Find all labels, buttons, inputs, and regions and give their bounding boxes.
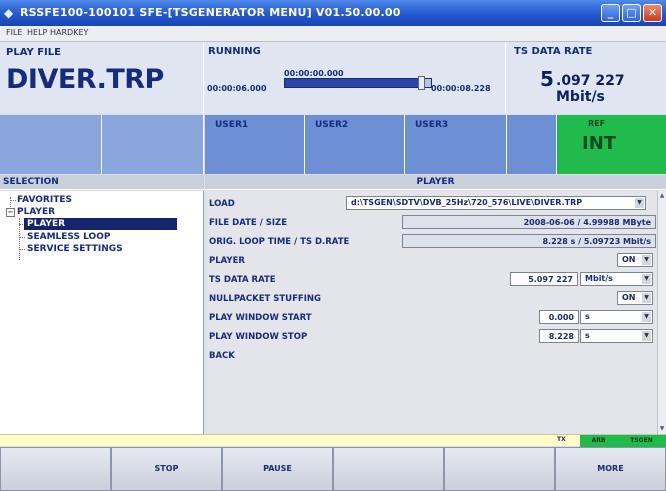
selection-header: SELECTION [0, 175, 204, 190]
panel-scrollbar[interactable]: ▲ ▼ [657, 191, 666, 434]
orig-loop-time-value: 8.228 s / 5.09723 Mbit/s [402, 234, 656, 248]
nullpacket-select[interactable]: ON ▼ [617, 291, 653, 305]
title-bar: ◆ RSSFE100-100101 SFE-[TSGENERATOR MENU]… [0, 0, 666, 26]
tree-item-player[interactable]: PLAYER [24, 218, 177, 230]
player-header: PLAYER [205, 175, 666, 190]
user3-label: USER3 [415, 120, 449, 130]
dropdown-arrow-icon: ▼ [642, 293, 651, 303]
user1-key[interactable]: USER1 [205, 115, 305, 174]
softkey-1[interactable] [0, 447, 111, 491]
tsgen-indicator: TSGEN [617, 435, 666, 447]
dropdown-arrow-icon: ▼ [635, 198, 644, 208]
user1-label: USER1 [215, 120, 249, 130]
menu-file[interactable]: FILE [6, 28, 22, 37]
player-settings-panel: LOAD d:\TSGEN\SDTV\DVB_25Hz\720_576\LIVE… [205, 191, 666, 434]
load-file-select[interactable]: d:\TSGEN\SDTV\DVB_25Hz\720_576\LIVE\DIVE… [346, 196, 646, 210]
file-date-size-label: FILE DATE / SIZE [209, 218, 288, 228]
user2-label: USER2 [315, 120, 349, 130]
time-end: 00:00:08.228 [431, 84, 491, 93]
ref-value: INT [582, 133, 617, 154]
play-window-stop-unit: s [585, 331, 590, 340]
close-button[interactable]: ✕ [643, 4, 662, 22]
user-empty-3[interactable] [507, 115, 557, 174]
play-file-panel: PLAY FILE DIVER.TRP [0, 42, 204, 114]
scroll-up-icon[interactable]: ▲ [658, 191, 666, 201]
tree-connector [19, 237, 25, 238]
play-window-start-unit-select[interactable]: s ▼ [580, 310, 653, 324]
ts-rate-label: TS DATA RATE [514, 46, 593, 57]
ts-rate-fraction: .097 227 Mbit/s [556, 73, 625, 105]
pause-button[interactable]: PAUSE [222, 447, 333, 491]
play-window-stop-label: PLAY WINDOW STOP [209, 332, 308, 342]
dropdown-arrow-icon: ▼ [642, 255, 651, 265]
running-panel: RUNNING 00:00:06.000 00:00:00.000 00:00:… [204, 42, 506, 114]
ts-data-rate-unit-select[interactable]: Mbit/s ▼ [580, 272, 653, 286]
ts-data-rate-input[interactable]: 5.097 227 [510, 272, 578, 286]
menu-hardkey[interactable]: HARDKEY [50, 28, 88, 37]
nullpacket-label: NULLPACKET STUFFING [209, 294, 321, 304]
scroll-down-icon[interactable]: ▼ [658, 424, 666, 434]
tree-item-service-settings[interactable]: SERVICE SETTINGS [27, 244, 123, 254]
player-title: PLAYER [416, 177, 455, 187]
ts-data-rate-label: TS DATA RATE [209, 275, 276, 285]
minimize-button[interactable]: _ [601, 4, 620, 22]
load-label: LOAD [209, 199, 235, 209]
menu-help[interactable]: HELP [27, 28, 47, 37]
ref-label: REF [588, 119, 606, 128]
tree-item-favorites[interactable]: FAVORITES [17, 195, 72, 205]
user3-key[interactable]: USER3 [405, 115, 507, 174]
playback-progress-bar [284, 76, 432, 90]
ts-data-rate-unit: Mbit/s [585, 274, 613, 283]
tree-connector [19, 249, 25, 250]
dropdown-arrow-icon: ▼ [642, 331, 651, 341]
time-position: 00:00:00.000 [284, 69, 344, 78]
softkey-5[interactable] [444, 447, 555, 491]
collapse-icon[interactable]: − [6, 208, 15, 217]
user2-key[interactable]: USER2 [305, 115, 405, 174]
running-label: RUNNING [208, 46, 261, 57]
app-icon: ◆ [4, 6, 14, 20]
back-link[interactable]: BACK [209, 351, 235, 361]
window-title: RSSFE100-100101 SFE-[TSGENERATOR MENU] V… [20, 6, 401, 19]
play-window-stop-input[interactable]: 8.228 [539, 329, 579, 343]
tree-connector [10, 200, 16, 201]
play-window-start-label: PLAY WINDOW START [209, 313, 312, 323]
time-start: 00:00:06.000 [207, 84, 267, 93]
user-empty-1[interactable] [0, 115, 102, 174]
ts-rate-integer: 5 [540, 67, 554, 91]
play-window-stop-unit-select[interactable]: s ▼ [580, 329, 653, 343]
tree-item-seamless-loop[interactable]: SEAMLESS LOOP [27, 232, 110, 242]
play-file-value: DIVER.TRP [6, 64, 164, 95]
play-file-label: PLAY FILE [6, 47, 61, 58]
user-empty-2[interactable] [102, 115, 204, 174]
softkey-4[interactable] [333, 447, 444, 491]
tx-indicator: TX [557, 436, 566, 443]
selection-tree: FAVORITES − PLAYER PLAYER SEAMLESS LOOP … [0, 191, 204, 434]
tree-item-player-group[interactable]: PLAYER [17, 207, 55, 217]
menu-bar: FILE HELP HARDKEY [0, 26, 666, 42]
selection-title: SELECTION [3, 177, 59, 187]
player-state-label: PLAYER [209, 256, 245, 266]
player-state-select[interactable]: ON ▼ [617, 253, 653, 267]
file-date-size-value: 2008-06-06 / 4.99988 MByte [402, 215, 656, 229]
load-file-value: d:\TSGEN\SDTV\DVB_25Hz\720_576\LIVE\DIVE… [351, 198, 583, 207]
more-button[interactable]: MORE [555, 447, 666, 491]
maximize-button[interactable]: □ [622, 4, 641, 22]
play-window-start-input[interactable]: 0.000 [539, 310, 579, 324]
orig-loop-time-label: ORIG. LOOP TIME / TS D.RATE [209, 237, 350, 247]
dropdown-arrow-icon: ▼ [642, 312, 651, 322]
progress-knob[interactable] [417, 76, 425, 90]
stop-button[interactable]: STOP [111, 447, 222, 491]
dropdown-arrow-icon: ▼ [642, 274, 651, 284]
reference-indicator: REF INT [557, 115, 666, 174]
status-bar: TX ARB TSGEN [0, 434, 666, 447]
play-window-start-unit: s [585, 312, 590, 321]
nullpacket-value: ON [622, 293, 636, 302]
player-state-value: ON [622, 255, 636, 264]
ts-rate-panel: TS DATA RATE 5 .097 227 Mbit/s [506, 42, 666, 114]
arb-indicator: ARB [580, 435, 617, 447]
